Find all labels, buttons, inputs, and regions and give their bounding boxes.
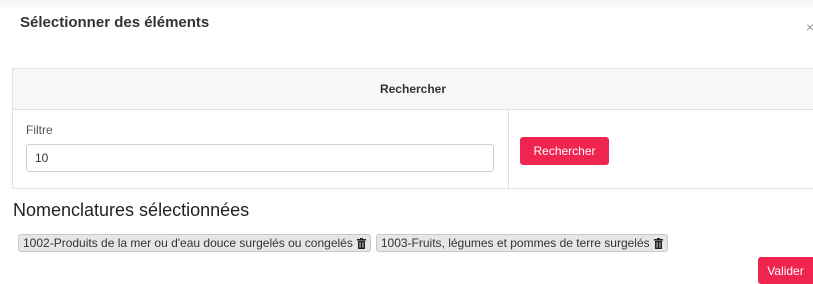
filter-input[interactable]: [26, 144, 494, 172]
selected-chips: 1002-Produits de la mer ou d'eau douce s…: [18, 234, 668, 252]
validate-button[interactable]: Valider: [758, 257, 813, 284]
modal-top-shadow: [0, 0, 813, 10]
filter-label: Filtre: [26, 123, 53, 137]
modal-title: Sélectionner des éléments: [20, 14, 210, 31]
search-panel-body: Filtre Rechercher: [13, 110, 813, 190]
search-button[interactable]: Rechercher: [520, 137, 609, 165]
filter-column: Filtre: [13, 110, 509, 190]
trash-icon[interactable]: [653, 237, 663, 249]
search-panel-heading: Rechercher: [13, 69, 813, 110]
trash-icon[interactable]: [356, 237, 366, 249]
select-elements-modal: Sélectionner des éléments × Rechercher F…: [0, 0, 813, 284]
chip-label: 1003-Fruits, légumes et pommes de terre …: [380, 236, 650, 250]
selected-chip: 1003-Fruits, légumes et pommes de terre …: [375, 234, 668, 252]
search-panel: Rechercher Filtre Rechercher: [12, 68, 813, 190]
selected-nomenclatures-title: Nomenclatures sélectionnées: [13, 200, 250, 220]
close-icon[interactable]: ×: [806, 20, 813, 34]
chip-label: 1002-Produits de la mer ou d'eau douce s…: [23, 236, 353, 250]
selected-chip: 1002-Produits de la mer ou d'eau douce s…: [18, 234, 371, 252]
